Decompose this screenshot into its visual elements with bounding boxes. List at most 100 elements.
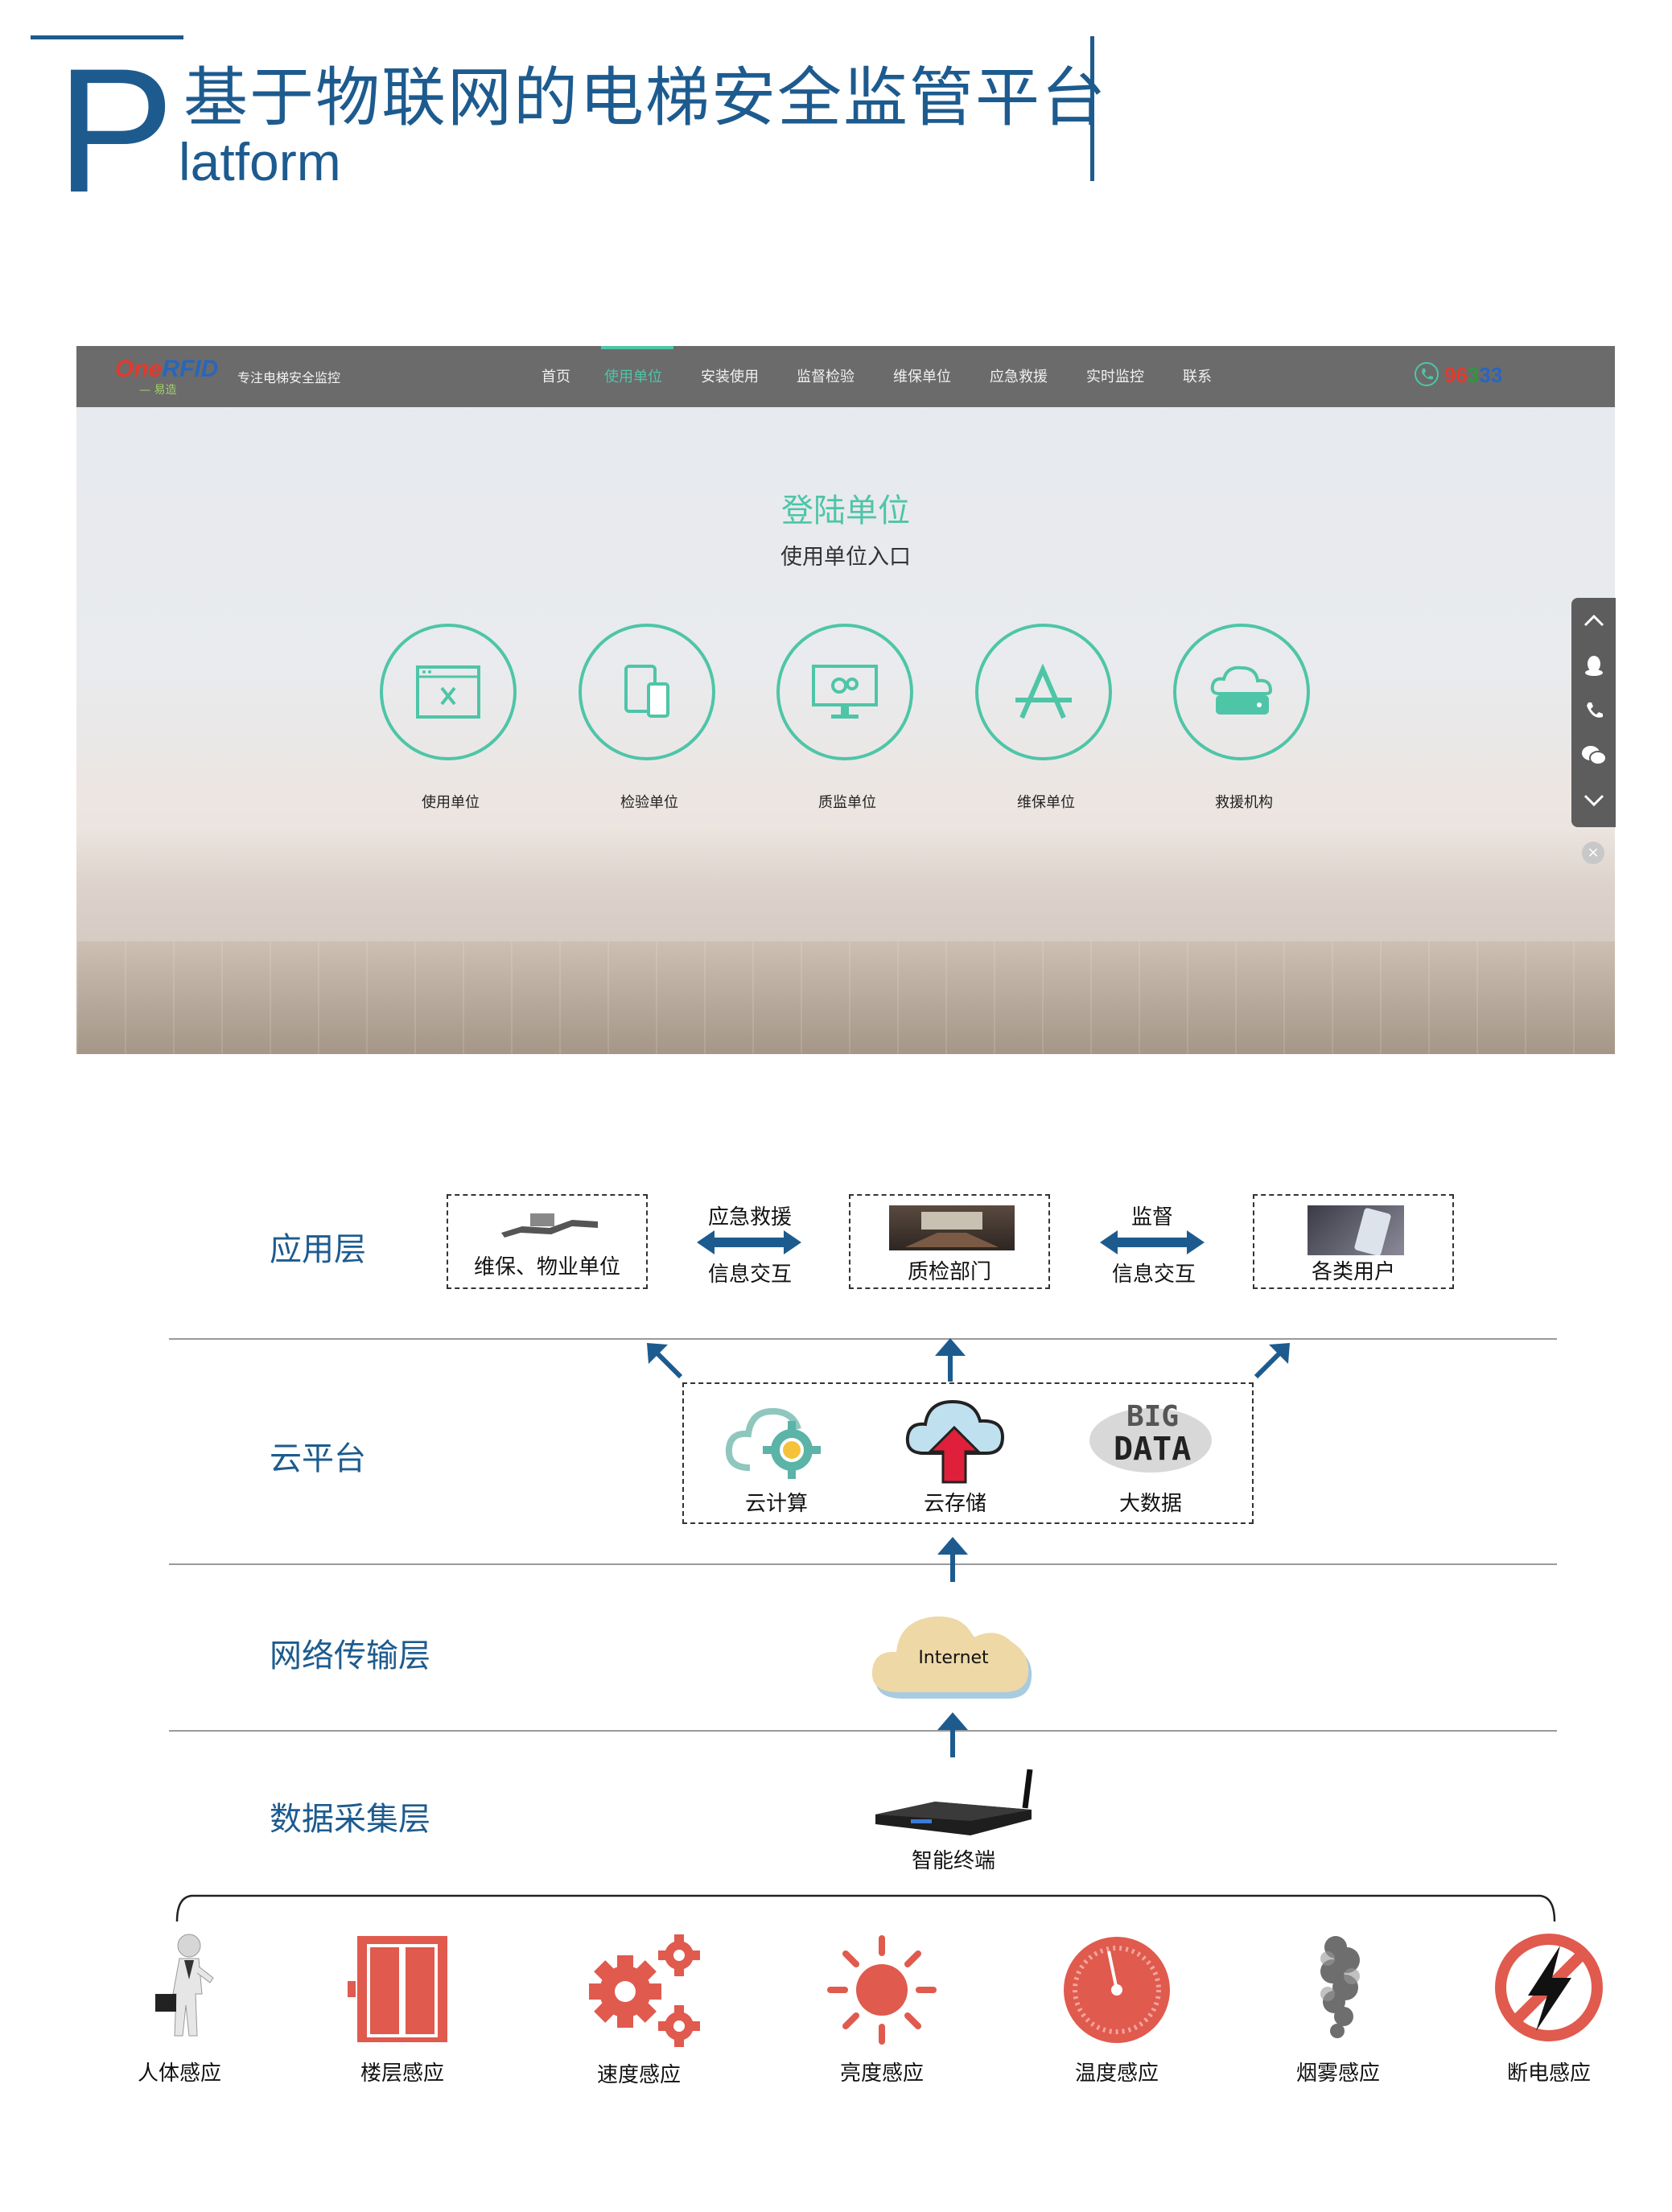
- header-big-letter: P: [56, 31, 175, 229]
- site-logo[interactable]: OneRFID: [115, 356, 218, 383]
- smoke-icon: [1320, 1936, 1360, 2038]
- nav-item-user-unit[interactable]: 使用单位: [604, 365, 662, 386]
- sensor-label: 温度感应: [1074, 2062, 1159, 2086]
- hotline-part-1: 96: [1444, 363, 1468, 387]
- app-box-users: 各类用户: [1253, 1194, 1454, 1289]
- chevron-up-icon: [1583, 614, 1604, 627]
- unit-label: 质监单位: [818, 794, 876, 811]
- router-device-icon: [875, 1769, 1033, 1835]
- power-off-icon: [1495, 1934, 1603, 2041]
- person-walking-icon: [155, 1934, 214, 2037]
- nav-active-indicator: [601, 346, 673, 349]
- cloud-computing-icon: [725, 1407, 821, 1479]
- elevator-doors-icon: [348, 1936, 447, 2042]
- arrow2-bottom-label: 信息交互: [1112, 1263, 1196, 1287]
- unit-inspection[interactable]: 检验单位: [579, 624, 720, 811]
- big-data-word-big: BIG: [1126, 1400, 1180, 1433]
- nav-item-rescue[interactable]: 应急救援: [990, 365, 1048, 386]
- arrow-up-right-icon: [1254, 1343, 1290, 1379]
- unit-label: 使用单位: [422, 794, 480, 811]
- arrow1-bottom-label: 信息交互: [708, 1263, 793, 1287]
- scroll-up-button[interactable]: [1571, 598, 1616, 643]
- nav-item-maintenance[interactable]: 维保单位: [893, 365, 951, 386]
- office-desk-image: [498, 1209, 601, 1241]
- unit-label: 检验单位: [620, 794, 678, 811]
- floating-toolbar: [1571, 598, 1616, 827]
- cloud-item-label: 云计算: [744, 1492, 808, 1516]
- scroll-down-button[interactable]: [1571, 778, 1616, 823]
- toolbar-close-button[interactable]: ×: [1582, 842, 1604, 864]
- chevron-down-icon: [1583, 794, 1604, 807]
- site-tagline: 专注电梯安全监控: [237, 370, 341, 385]
- sensor-label: 断电感应: [1506, 2062, 1591, 2086]
- header-divider: [1090, 36, 1094, 181]
- nav-item-monitor[interactable]: 实时监控: [1086, 365, 1144, 386]
- sun-brightness-icon: [827, 1935, 937, 2045]
- arrow-up-icon: [935, 1338, 966, 1382]
- qq-icon: [1584, 656, 1603, 676]
- wechat-icon: [1581, 746, 1607, 765]
- phone-icon: [1415, 362, 1439, 386]
- meeting-room-image: [889, 1205, 1015, 1250]
- phone-button[interactable]: [1571, 688, 1616, 733]
- terminal-label: 智能终端: [911, 1849, 995, 1873]
- hotline-part-2: 3: [1467, 363, 1480, 387]
- logo-one: One: [115, 356, 163, 382]
- big-data-word-data: DATA: [1114, 1431, 1192, 1468]
- app-box-label: 各类用户: [1311, 1260, 1395, 1284]
- devices-icon: [579, 624, 715, 760]
- layer-data: 数据采集层: [270, 1801, 430, 1838]
- browser-tools-icon: [380, 624, 517, 760]
- unit-user[interactable]: 使用单位: [380, 624, 521, 811]
- wooden-floor-background: [76, 941, 1615, 1054]
- unit-label: 维保单位: [1017, 794, 1075, 811]
- cloud-platform-box: 云计算 云存储 BIG DATA 大数据: [682, 1382, 1254, 1524]
- cloud-server-icon: [1173, 624, 1310, 760]
- wechat-button[interactable]: [1571, 733, 1616, 778]
- nav-item-install[interactable]: 安装使用: [701, 365, 759, 386]
- cloud-storage-icon: [905, 1399, 1005, 1484]
- nav-item-inspection[interactable]: 监督检验: [797, 365, 855, 386]
- unit-maintenance[interactable]: 维保单位: [975, 624, 1117, 811]
- nav-item-contact[interactable]: 联系: [1183, 365, 1212, 386]
- hotline-part-3: 33: [1479, 363, 1503, 387]
- site-navbar: OneRFID — 易造 专注电梯安全监控 首页 使用单位 安装使用 监督检验 …: [76, 346, 1615, 407]
- page-title: 基于物联网的电梯安全监管平台: [183, 60, 1107, 135]
- app-box-label: 维保、物业单位: [473, 1255, 620, 1279]
- double-arrow-icon: [1100, 1230, 1205, 1254]
- hotline-number[interactable]: 96333: [1444, 363, 1502, 388]
- sensor-group-bracket: [175, 1894, 1556, 1922]
- page-subtitle: latform: [179, 132, 341, 192]
- phone-handset-icon: [1586, 702, 1603, 718]
- unit-rescue[interactable]: 救援机构: [1173, 624, 1315, 811]
- qq-button[interactable]: [1571, 643, 1616, 688]
- arrow-up-icon: [937, 1712, 968, 1757]
- login-title: 登陆单位: [781, 492, 910, 529]
- unit-label: 救援机构: [1215, 794, 1273, 811]
- app-store-icon: [975, 624, 1112, 760]
- double-arrow-icon: [697, 1230, 801, 1254]
- thermometer-gauge-icon: [1064, 1937, 1170, 2043]
- layer-app: 应用层: [270, 1231, 366, 1268]
- internet-label: Internet: [918, 1648, 989, 1668]
- logo-rfid: RFID: [162, 356, 219, 382]
- sensor-label: 人体感应: [137, 2062, 221, 2086]
- nav-item-home[interactable]: 首页: [542, 365, 570, 386]
- app-box-label: 质检部门: [907, 1260, 991, 1284]
- layer-divider: [169, 1338, 1557, 1340]
- sensor-label: 烟雾感应: [1295, 2062, 1380, 2086]
- app-box-maintenance: 维保、物业单位: [447, 1194, 648, 1289]
- sensor-label: 亮度感应: [839, 2062, 924, 2086]
- layer-cloud: 云平台: [270, 1440, 366, 1477]
- gears-icon: [589, 1934, 700, 2047]
- unit-quality[interactable]: 质监单位: [776, 624, 918, 811]
- arrow-up-icon: [937, 1537, 968, 1582]
- cloud-item-label: 云存储: [923, 1492, 986, 1516]
- arrow1-top-label: 应急救援: [708, 1205, 793, 1230]
- layer-divider: [169, 1730, 1557, 1732]
- layer-divider: [169, 1563, 1557, 1565]
- arrow2-top-label: 监督: [1130, 1205, 1173, 1230]
- cloud-item-label: 大数据: [1118, 1492, 1182, 1516]
- arrow-up-left-icon: [647, 1343, 683, 1379]
- monitor-gears-icon: [776, 624, 913, 760]
